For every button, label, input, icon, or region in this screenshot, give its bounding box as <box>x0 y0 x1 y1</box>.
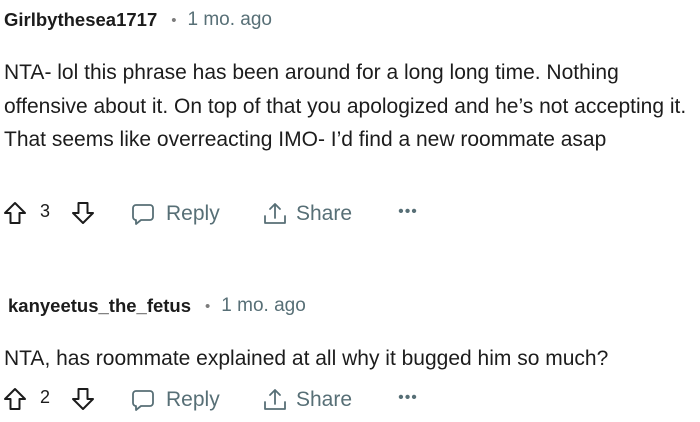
speech-bubble-icon <box>130 387 156 413</box>
share-label: Share <box>296 202 353 225</box>
comment-author[interactable]: kanyeetus_the_fetus <box>8 295 191 317</box>
comment-timestamp[interactable]: 1 mo. ago <box>221 295 306 317</box>
comment-timestamp[interactable]: 1 mo. ago <box>188 9 273 31</box>
ellipsis-icon[interactable]: ••• <box>396 200 420 224</box>
meta-separator: • <box>205 297 211 315</box>
comment-body: NTA, has roommate explained at all why i… <box>4 347 609 370</box>
upvote-arrow-icon[interactable] <box>0 384 30 414</box>
ellipsis-icon[interactable]: ••• <box>396 386 420 410</box>
reply-label: Reply <box>166 388 220 411</box>
comment-actions: 3 Reply Share ••• <box>0 198 700 230</box>
downvote-arrow-icon[interactable] <box>68 198 98 228</box>
share-label: Share <box>296 388 353 411</box>
reply-button[interactable]: Reply <box>130 198 220 230</box>
comment-meta: Girlbythesea1717 • 1 mo. ago <box>4 8 272 32</box>
vote-count: 2 <box>40 387 51 407</box>
speech-bubble-icon <box>130 201 156 227</box>
meta-separator: • <box>171 11 177 29</box>
share-upload-icon <box>262 201 288 227</box>
upvote-arrow-icon[interactable] <box>0 198 30 228</box>
reply-button[interactable]: Reply <box>130 384 220 416</box>
share-button[interactable]: Share <box>262 198 352 230</box>
vote-count: 3 <box>40 201 51 221</box>
share-button[interactable]: Share <box>262 384 352 416</box>
reply-label: Reply <box>166 202 220 225</box>
comment-body: NTA- lol this phrase has been around for… <box>4 61 687 152</box>
comment-actions: 2 Reply Share ••• <box>0 384 700 416</box>
downvote-arrow-icon[interactable] <box>68 384 98 414</box>
comment-meta: kanyeetus_the_fetus • 1 mo. ago <box>8 294 306 318</box>
comment-author[interactable]: Girlbythesea1717 <box>4 9 157 31</box>
share-upload-icon <box>262 387 288 413</box>
